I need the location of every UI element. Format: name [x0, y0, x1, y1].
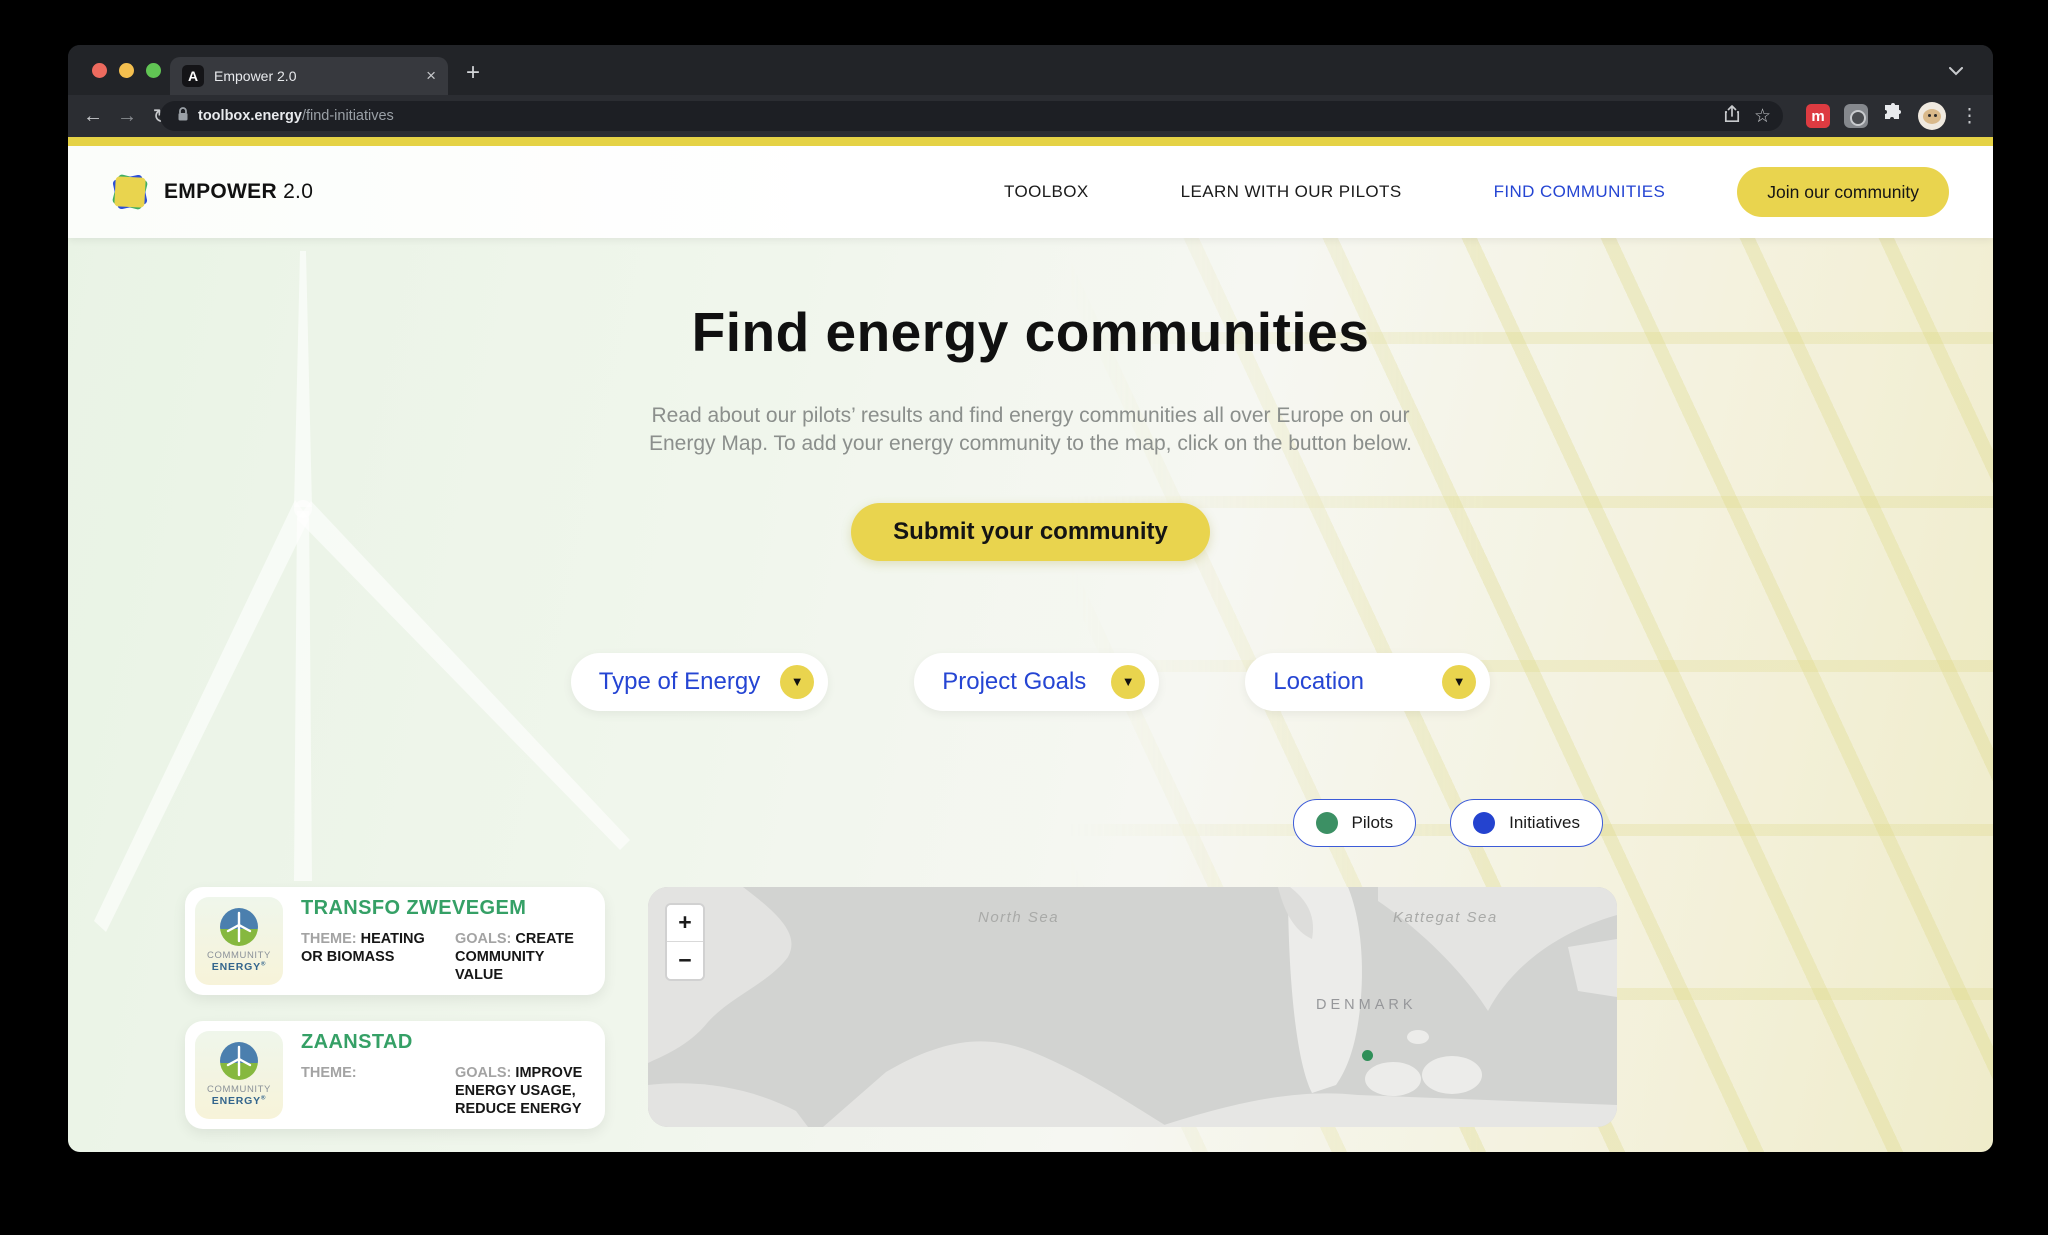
energy-map[interactable]: North Sea Kattegat Sea DENMARK + −	[648, 887, 1617, 1127]
browser-tab[interactable]: A Empower 2.0 ×	[170, 57, 448, 95]
pilot-map-marker[interactable]	[1362, 1050, 1373, 1061]
new-tab-button[interactable]: +	[466, 59, 480, 87]
url-host: toolbox.energy	[198, 108, 302, 124]
wind-turbine-logo-icon	[220, 1042, 258, 1080]
initiatives-dot-icon	[1473, 812, 1495, 834]
webpage: EMPOWER 2.0 TOOLBOX LEARN WITH OUR PILOT…	[68, 146, 1993, 1152]
brand-text: EMPOWER 2.0	[164, 180, 313, 204]
forward-icon[interactable]: →	[110, 105, 144, 128]
chevron-down-icon[interactable]: ▼	[1111, 665, 1145, 699]
community-energy-logo: COMMUNITY ENERGY®	[195, 897, 283, 985]
nav-learn-with-our-pilots[interactable]: LEARN WITH OUR PILOTS	[1181, 182, 1402, 202]
community-title: TRANSFO ZWEVEGEM	[301, 897, 595, 920]
map-zoom-control: + −	[665, 903, 705, 981]
logo-energy-text: ENERGY®	[212, 1095, 266, 1107]
main-nav: TOOLBOX LEARN WITH OUR PILOTS FIND COMMU…	[1004, 182, 1665, 202]
zoom-in-button[interactable]: +	[667, 905, 703, 942]
tab-close-icon[interactable]: ×	[426, 66, 436, 86]
community-title: ZAANSTAD	[301, 1031, 595, 1054]
map-label-north-sea: North Sea	[978, 909, 1059, 926]
browser-window: A Empower 2.0 × + ← → ↻ toolbox.energy /…	[68, 45, 1993, 1152]
traffic-lights	[92, 63, 161, 78]
pilots-dot-icon	[1316, 812, 1338, 834]
list-item[interactable]: COMMUNITY ENERGY® TRANSFO ZWEVEGEM THEME…	[185, 887, 605, 995]
url-bar[interactable]: toolbox.energy /find-initiatives ☆	[160, 101, 1783, 131]
zoom-out-button[interactable]: −	[667, 942, 703, 979]
page-description: Read about our pilots’ results and find …	[631, 402, 1431, 459]
avatar[interactable]	[1918, 102, 1946, 130]
community-goals: GOALS: IMPROVE ENERGY USAGE, REDUCE ENER…	[455, 1064, 595, 1118]
filter-location[interactable]: Location ▼	[1245, 653, 1490, 711]
tab-favicon: A	[182, 65, 204, 87]
wind-turbine-logo-icon	[220, 908, 258, 946]
filter-project-goals[interactable]: Project Goals ▼	[914, 653, 1159, 711]
submit-community-button[interactable]: Submit your community	[851, 503, 1210, 561]
back-icon[interactable]: ←	[76, 105, 110, 128]
legend-row: Pilots Initiatives	[68, 799, 1993, 847]
close-window-button[interactable]	[92, 63, 107, 78]
zoom-window-button[interactable]	[146, 63, 161, 78]
initiatives-toggle[interactable]: Initiatives	[1450, 799, 1603, 847]
nav-toolbox[interactable]: TOOLBOX	[1004, 182, 1089, 202]
share-icon[interactable]	[1724, 105, 1740, 128]
community-theme: THEME: HEATING OR BIOMASS	[301, 930, 441, 984]
list-item[interactable]: COMMUNITY ENERGY® ZAANSTAD THEME:	[185, 1021, 605, 1129]
logo-energy-text: ENERGY®	[212, 961, 266, 973]
minimize-window-button[interactable]	[119, 63, 134, 78]
tab-title: Empower 2.0	[214, 68, 420, 84]
nav-find-communities[interactable]: FIND COMMUNITIES	[1494, 182, 1666, 202]
community-energy-logo: COMMUNITY ENERGY®	[195, 1031, 283, 1119]
extensions-row: m ⋮	[1806, 95, 1979, 137]
community-theme: THEME:	[301, 1064, 441, 1118]
page-top-accent-bar	[68, 137, 1993, 146]
url-path: /find-initiatives	[302, 108, 394, 124]
page-title: Find energy communities	[68, 300, 1993, 364]
menu-icon[interactable]: ⋮	[1960, 105, 1979, 128]
chevron-down-icon[interactable]: ▼	[1442, 665, 1476, 699]
brand[interactable]: EMPOWER 2.0	[112, 174, 313, 210]
browser-toolbar: ← → ↻ toolbox.energy /find-initiatives ☆…	[68, 95, 1993, 137]
extension-mendeley-icon[interactable]: m	[1806, 104, 1830, 128]
star-icon[interactable]: ☆	[1754, 105, 1771, 128]
lock-icon	[176, 106, 190, 127]
chevron-down-icon[interactable]: ▼	[780, 665, 814, 699]
extension-camera-icon[interactable]	[1844, 104, 1868, 128]
filter-type-of-energy[interactable]: Type of Energy ▼	[571, 653, 828, 711]
tab-search-chevron-icon[interactable]	[1949, 63, 1963, 81]
filters-row: Type of Energy ▼ Project Goals ▼ Locatio…	[68, 653, 1993, 711]
extensions-puzzle-icon[interactable]	[1882, 103, 1904, 130]
results-section: COMMUNITY ENERGY® TRANSFO ZWEVEGEM THEME…	[68, 887, 1993, 1129]
empower-logo-icon	[112, 174, 148, 210]
map-label-kattegat-sea: Kattegat Sea	[1393, 909, 1498, 926]
pilots-toggle[interactable]: Pilots	[1293, 799, 1417, 847]
tab-strip: A Empower 2.0 × +	[68, 45, 1993, 95]
community-list: COMMUNITY ENERGY® TRANSFO ZWEVEGEM THEME…	[185, 887, 605, 1129]
join-community-button[interactable]: Join our community	[1737, 167, 1949, 217]
map-label-denmark: DENMARK	[1316, 997, 1417, 1013]
site-header: EMPOWER 2.0 TOOLBOX LEARN WITH OUR PILOT…	[68, 146, 1993, 238]
community-goals: GOALS: CREATE COMMUNITY VALUE	[455, 930, 595, 984]
